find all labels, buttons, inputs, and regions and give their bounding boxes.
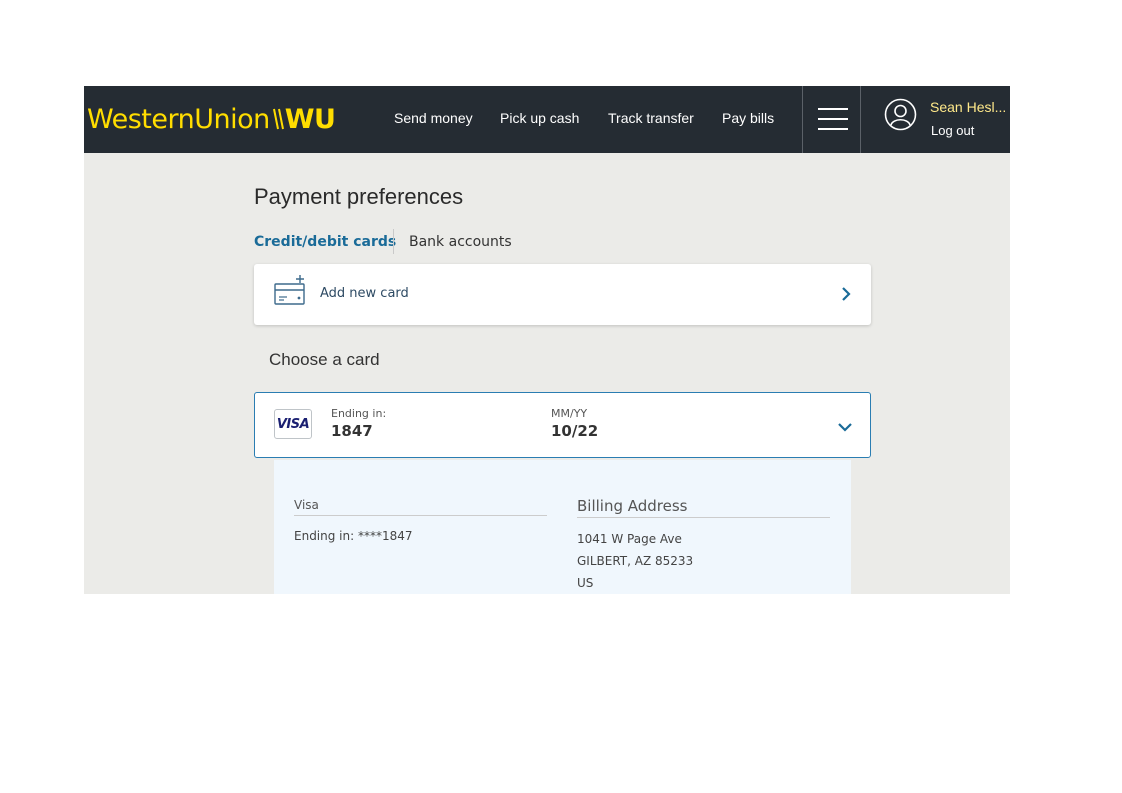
ending-in-value: 1847 [331,422,373,440]
logo-slashes-icon [272,108,284,130]
expiry-value: 10/22 [551,422,599,440]
western-union-logo[interactable]: WesternUnion WU [87,101,336,137]
add-new-card-button[interactable]: Add new card [254,264,871,325]
app-frame: WesternUnion WU Send money Pick up cash … [84,86,1010,594]
hamburger-line [818,128,848,130]
tab-divider [393,229,394,254]
logout-link[interactable]: Log out [931,123,974,138]
hamburger-menu-button[interactable] [802,86,861,153]
card-ending-text: Ending in: ****1847 [294,529,413,543]
chevron-right-icon [839,286,853,306]
logo-mark: WU [272,103,336,135]
choose-card-heading: Choose a card [269,350,380,369]
address-line-3: US [577,576,594,590]
hamburger-line [818,108,848,110]
selected-card-row[interactable]: VISA Ending in: 1847 MM/YY 10/22 [254,392,871,458]
tab-bank-accounts[interactable]: Bank accounts [409,234,512,250]
nav-pick-up-cash[interactable]: Pick up cash [500,110,579,126]
add-card-icon [274,274,306,310]
card-details-panel: Visa Ending in: ****1847 Billing Address… [274,460,851,594]
chevron-down-icon[interactable] [837,418,853,437]
page-title: Payment preferences [254,184,464,209]
add-new-card-label: Add new card [320,286,409,301]
expiry-label: MM/YY [551,407,588,420]
user-avatar-icon[interactable] [884,98,917,135]
logo-mark-text: WU [284,103,336,135]
ending-in-label: Ending in: [331,407,387,420]
logo-wordmark: WesternUnion [87,103,270,135]
card-type-label: Visa [294,498,547,516]
address-line-1: 1041 W Page Ave [577,532,682,546]
tab-credit-debit-cards[interactable]: Credit/debit cards [254,234,396,250]
top-header: WesternUnion WU Send money Pick up cash … [84,86,1010,153]
nav-send-money[interactable]: Send money [394,110,473,126]
hamburger-line [818,118,848,120]
visa-logo: VISA [274,409,312,439]
billing-address-heading: Billing Address [577,497,830,518]
nav-pay-bills[interactable]: Pay bills [722,110,774,126]
nav-track-transfer[interactable]: Track transfer [608,110,694,126]
address-line-2: GILBERT, AZ 85233 [577,554,694,568]
user-name[interactable]: Sean Hesl... [930,99,1010,115]
